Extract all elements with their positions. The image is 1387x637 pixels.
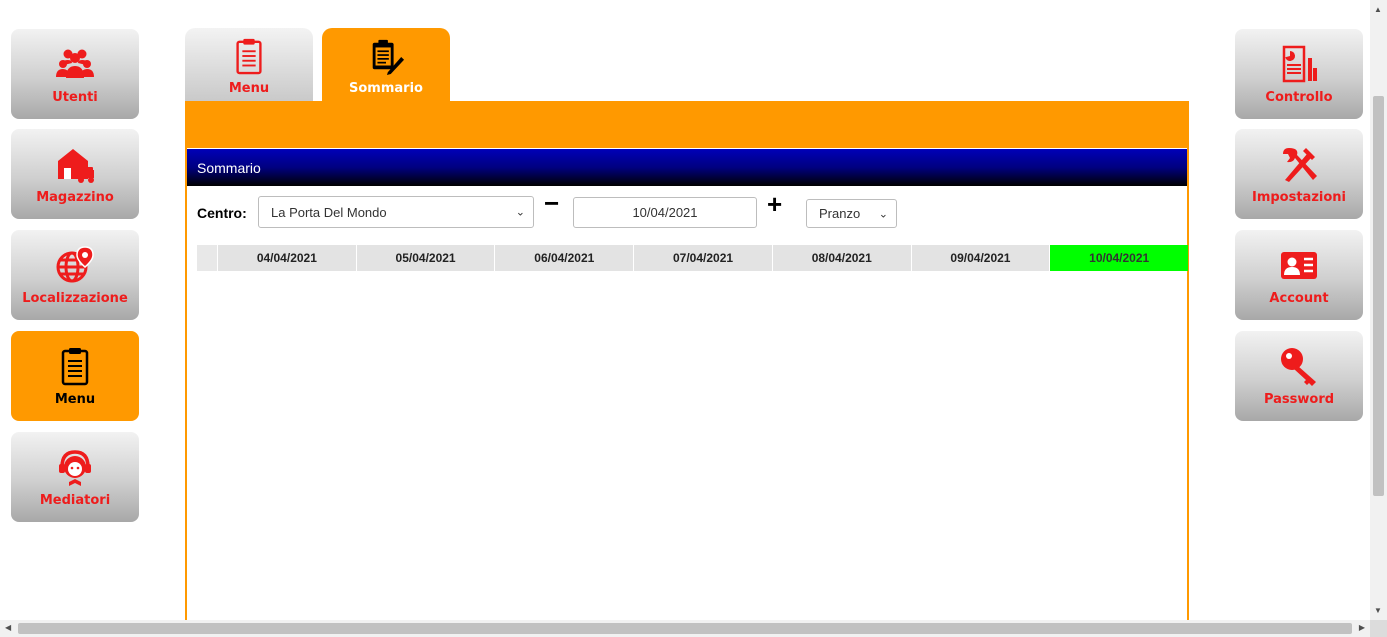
globe-pin-icon <box>56 246 94 283</box>
sommario-panel: Sommario Centro: La Porta Del Mondo ⌄ − … <box>185 148 1189 637</box>
warehouse-truck-icon <box>58 149 94 183</box>
nav-magazzino-label: Magazzino <box>36 190 114 205</box>
panel-title: Sommario <box>187 148 1187 186</box>
clipboard-icon <box>61 348 89 386</box>
clipboard-icon <box>236 38 262 75</box>
date-input[interactable] <box>573 197 757 228</box>
nav-utenti-label: Utenti <box>52 90 98 105</box>
id-card-icon <box>1281 252 1317 279</box>
date-cell[interactable]: 04/04/2021 <box>218 245 357 271</box>
dates-row-spacer <box>197 245 218 271</box>
centro-select[interactable]: La Porta Del Mondo ⌄ <box>258 196 534 228</box>
clipboard-pencil-icon <box>372 39 405 75</box>
tab-menu-label: Menu <box>228 81 270 96</box>
tools-icon <box>1283 148 1317 182</box>
tab-header-bar <box>185 101 1189 149</box>
nav-password-button[interactable]: Password <box>1235 331 1363 421</box>
scrollbar-corner <box>1370 620 1387 637</box>
nav-magazzino-button[interactable]: Magazzino <box>11 129 139 219</box>
date-cell[interactable]: 05/04/2021 <box>356 245 496 271</box>
date-cell[interactable]: 08/04/2021 <box>772 245 912 271</box>
nav-password-label: Password <box>1263 392 1335 407</box>
scroll-up-icon[interactable]: ▲ <box>1374 5 1382 14</box>
previous-date-button[interactable]: − <box>544 188 559 219</box>
dates-row: 04/04/2021 05/04/2021 06/04/2021 07/04/2… <box>197 245 1189 271</box>
scroll-right-icon[interactable]: ▶ <box>1359 623 1365 632</box>
date-cell-selected[interactable]: 10/04/2021 <box>1050 245 1189 271</box>
date-cell[interactable]: 07/04/2021 <box>634 245 773 271</box>
date-cell[interactable]: 09/04/2021 <box>911 245 1051 271</box>
centro-select-value: La Porta Del Mondo <box>271 204 387 220</box>
nav-controllo-label: Controllo <box>1265 90 1333 105</box>
date-cell[interactable]: 06/04/2021 <box>495 245 635 271</box>
horizontal-scrollbar[interactable]: ◀ ▶ <box>0 620 1370 637</box>
key-icon <box>1281 348 1316 386</box>
nav-menu-label: Menu <box>54 392 96 407</box>
chevron-down-icon: ⌄ <box>878 208 888 220</box>
nav-controllo-button[interactable]: Controllo <box>1235 29 1363 119</box>
nav-localizzazione-button[interactable]: Localizzazione <box>11 230 139 320</box>
headset-person-icon <box>59 450 91 486</box>
users-icon <box>56 49 94 78</box>
nav-impostazioni-button[interactable]: Impostazioni <box>1235 129 1363 219</box>
nav-localizzazione-label: Localizzazione <box>22 291 128 306</box>
tab-sommario-label: Sommario <box>349 81 423 96</box>
vertical-scroll-thumb[interactable] <box>1373 96 1384 496</box>
filter-controls: Centro: La Porta Del Mondo ⌄ − + Pranzo … <box>187 188 1187 230</box>
centro-label: Centro: <box>197 205 247 221</box>
scroll-left-icon[interactable]: ◀ <box>5 623 11 632</box>
vertical-scrollbar[interactable]: ▲ ▼ <box>1370 0 1387 620</box>
chevron-down-icon: ⌄ <box>515 206 525 219</box>
nav-menu-button[interactable]: Menu <box>11 331 139 421</box>
nav-utenti-button[interactable]: Utenti <box>11 29 139 119</box>
nav-account-label: Account <box>1269 291 1329 306</box>
horizontal-scroll-thumb[interactable] <box>18 623 1352 634</box>
next-date-button[interactable]: + <box>767 189 782 220</box>
nav-impostazioni-label: Impostazioni <box>1251 190 1346 205</box>
tab-sommario[interactable]: Sommario <box>322 28 450 102</box>
nav-mediatori-label: Mediatori <box>39 493 111 508</box>
pasto-select-value: Pranzo <box>819 206 861 221</box>
tab-menu[interactable]: Menu <box>185 28 313 102</box>
nav-account-button[interactable]: Account <box>1235 230 1363 320</box>
report-chart-icon <box>1282 45 1317 83</box>
pasto-select[interactable]: Pranzo ⌄ <box>806 199 897 228</box>
nav-mediatori-button[interactable]: Mediatori <box>11 432 139 522</box>
scroll-down-icon[interactable]: ▼ <box>1374 606 1382 615</box>
